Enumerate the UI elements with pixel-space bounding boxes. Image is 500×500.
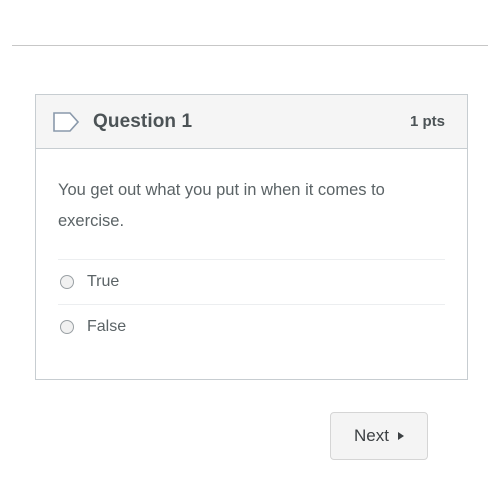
answer-option-label: True <box>87 273 120 290</box>
question-card: Question 1 1 pts You get out what you pu… <box>35 94 468 380</box>
top-divider <box>12 45 488 46</box>
answer-option-false[interactable]: False <box>58 304 445 349</box>
question-body: You get out what you put in when it come… <box>36 149 467 379</box>
next-button-label: Next <box>354 426 389 445</box>
question-points: 1 pts <box>409 113 445 130</box>
answer-options-list: True False <box>58 259 445 349</box>
question-text: You get out what you put in when it come… <box>58 181 385 230</box>
caret-right-icon <box>397 432 404 440</box>
tag-icon <box>53 111 79 132</box>
next-button[interactable]: Next <box>330 412 428 460</box>
question-title: Question 1 <box>93 110 193 132</box>
answer-option-true[interactable]: True <box>58 259 445 304</box>
radio-button-false[interactable] <box>60 320 74 334</box>
radio-button-true[interactable] <box>60 275 74 289</box>
answer-option-label: False <box>87 318 127 335</box>
question-header: Question 1 1 pts <box>36 95 467 149</box>
